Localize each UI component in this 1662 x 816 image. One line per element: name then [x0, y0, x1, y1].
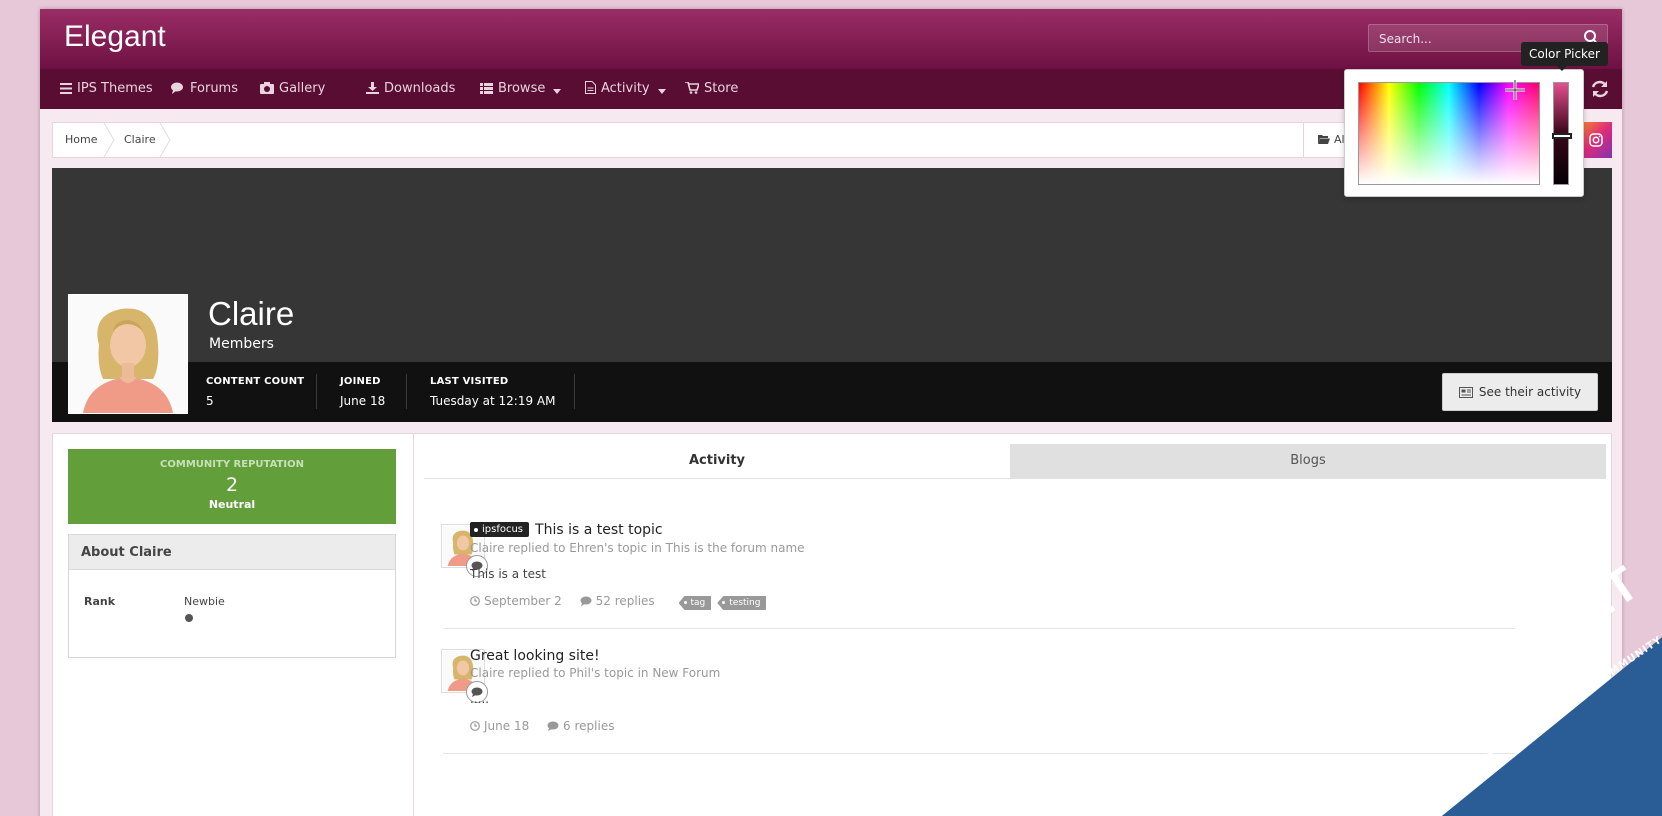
reputation-value: 2 — [225, 474, 239, 496]
nav-item-store[interactable]: Store — [685, 69, 738, 109]
instagram-icon — [1589, 133, 1603, 147]
clock-icon — [470, 721, 480, 731]
reputation-box: COMMUNITY REPUTATION 2 Neutral — [68, 449, 396, 524]
activity-panel: Activity Blogs — [413, 433, 1612, 816]
feed-subtitle: Claire replied to Phil's topic in New Fo… — [470, 666, 721, 680]
instagram-button[interactable] — [1580, 122, 1612, 158]
menu-icon — [60, 83, 72, 94]
comments-icon — [171, 82, 183, 94]
stat-value: 5 — [206, 394, 214, 408]
see-activity-button[interactable]: See their activity — [1442, 373, 1598, 411]
stat-value: Tuesday at 12:19 AM — [430, 394, 556, 408]
feed-body: ..... — [470, 692, 490, 706]
nav-label: Activity — [601, 81, 650, 96]
stat-value: June 18 — [340, 394, 386, 408]
reputation-text: Neutral — [208, 498, 256, 511]
feed-title[interactable]: Great looking site! — [470, 648, 600, 664]
stat-joined: JOINED June 18 — [340, 376, 385, 408]
tab-activity[interactable]: Activity — [424, 444, 1010, 478]
cart-icon — [685, 81, 701, 94]
stat-divider — [406, 374, 407, 409]
reputation-label: COMMUNITY REPUTATION — [160, 459, 304, 470]
breadcrumb-separator — [159, 123, 171, 157]
nav-label: IPS Themes — [77, 81, 153, 96]
comment-icon — [547, 721, 559, 731]
nav-label: Forums — [190, 81, 238, 96]
site-header: Elegant Search... — [40, 9, 1622, 69]
tag-item[interactable]: tag — [678, 596, 712, 610]
stat-content-count: CONTENT COUNT 5 — [206, 376, 304, 408]
folder-open-icon — [1318, 135, 1330, 144]
stat-label: LAST VISITED — [430, 376, 509, 387]
file-icon — [585, 81, 596, 94]
comment-icon — [580, 596, 592, 606]
clock-icon — [470, 596, 480, 606]
feed-title-text: This is a test topic — [535, 522, 663, 538]
refresh-icon[interactable] — [1590, 79, 1610, 99]
caret-down-icon — [553, 89, 562, 94]
feed-date: September 2 — [484, 594, 562, 608]
download-icon — [366, 82, 379, 94]
feed-body: This is a test — [470, 567, 546, 581]
stat-last-visited: LAST VISITED Tuesday at 12:19 AM — [430, 376, 555, 408]
nav-label: Gallery — [279, 81, 326, 96]
feed-separator — [443, 628, 1515, 629]
tabs-divider — [424, 478, 1606, 479]
breadcrumb-current[interactable]: Claire — [124, 123, 156, 157]
slider-handle[interactable] — [1552, 133, 1572, 139]
site-logo[interactable]: Elegant — [64, 20, 166, 54]
profile-avatar[interactable] — [68, 294, 188, 414]
feed-meta: September 2 52 replies tag testing — [470, 594, 767, 610]
nav-item-downloads[interactable]: Downloads — [366, 69, 455, 109]
search-placeholder: Search... — [1379, 32, 1432, 46]
about-box: About Claire Rank Newbie — [68, 534, 396, 658]
nav-item-activity[interactable]: Activity — [585, 69, 666, 109]
newspaper-icon — [1458, 387, 1473, 398]
color-picker-tooltip: Color Picker — [1521, 42, 1608, 71]
breadcrumb-home[interactable]: Home — [65, 123, 97, 157]
feed-replies: 6 replies — [563, 719, 615, 733]
nav-label: Store — [704, 81, 739, 96]
breadcrumb-separator — [103, 123, 115, 157]
profile-group: Members — [209, 336, 274, 352]
feed-subtitle: Claire replied to Ehren's topic in This … — [470, 541, 805, 555]
feed-replies: 52 replies — [595, 594, 655, 608]
avatar-image — [69, 295, 187, 413]
profile-name: Claire — [208, 295, 295, 332]
list-icon — [480, 83, 493, 94]
nav-item-ips-themes[interactable]: IPS Themes — [60, 69, 153, 109]
nav-item-gallery[interactable]: Gallery — [260, 69, 325, 109]
nav-label: Downloads — [384, 81, 456, 96]
see-activity-label: See their activity — [1478, 385, 1582, 399]
nav-item-forums[interactable]: Forums — [171, 69, 238, 109]
caret-down-icon — [657, 89, 666, 94]
stat-label: JOINED — [340, 376, 381, 387]
feed-meta: June 18 6 replies — [470, 719, 614, 733]
stat-divider — [316, 374, 317, 409]
feed-date: June 18 — [484, 719, 530, 733]
rank-label: Rank — [84, 595, 116, 608]
color-picker-popup — [1344, 69, 1584, 197]
nav-item-browse[interactable]: Browse — [480, 69, 562, 109]
stat-label: CONTENT COUNT — [206, 376, 305, 387]
tag-item[interactable]: testing — [717, 596, 767, 610]
all-activity-label: Al — [1334, 133, 1345, 146]
all-activity-link[interactable]: Al — [1303, 123, 1345, 157]
color-value-slider[interactable] — [1552, 82, 1572, 185]
tab-blogs[interactable]: Blogs — [1010, 444, 1606, 478]
nav-label: Browse — [498, 81, 546, 96]
rank-pip — [185, 614, 193, 622]
about-title: About Claire — [69, 535, 395, 570]
crosshair-icon[interactable] — [1505, 80, 1525, 100]
topic-prefix[interactable]: ipsfocus — [470, 522, 530, 537]
feed-title[interactable]: ipsfocus This is a test topic — [470, 522, 663, 538]
camera-icon — [260, 82, 274, 94]
rank-value: Newbie — [184, 595, 225, 608]
feed-separator — [443, 753, 1515, 754]
stat-divider — [574, 374, 575, 409]
